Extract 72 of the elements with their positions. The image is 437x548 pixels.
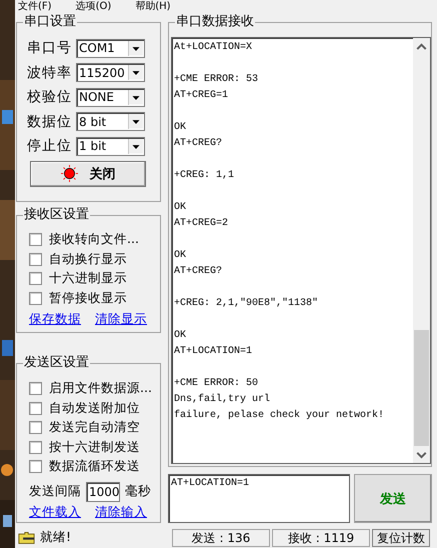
checkbox[interactable] <box>29 460 42 474</box>
dropdown[interactable]: 1 bit <box>76 136 145 156</box>
dropdown-arrow-icon <box>128 114 143 129</box>
counter-field: 接收 : 1119 <box>272 528 370 546</box>
dropdown-arrow-icon <box>128 40 143 56</box>
link[interactable]: 文件载入 <box>29 504 81 520</box>
scroll-thumb[interactable] <box>414 330 429 446</box>
indicator-light-icon <box>60 165 78 182</box>
group-title: 串口数据接收 <box>175 14 255 30</box>
unit-label: 毫秒 <box>125 483 151 500</box>
log-line: +CREG: 2,1,"90E8","1138" <box>174 296 320 311</box>
checkbox-label: 十六进制显示 <box>49 270 127 288</box>
checkbox-label: 启用文件数据源... <box>49 380 152 398</box>
log-line: AT+CREG=1 <box>174 89 230 103</box>
log-line: AT+LOCATION=1 <box>174 345 254 359</box>
checkbox-label: 自动换行显示 <box>49 250 127 268</box>
checkbox[interactable] <box>29 440 42 454</box>
scrollbar[interactable] <box>413 38 430 463</box>
dropdown[interactable]: 115200 <box>76 63 145 82</box>
checkbox[interactable] <box>29 421 42 434</box>
log-line: OK <box>174 329 188 343</box>
checkbox[interactable] <box>29 382 42 396</box>
status-message: 就绪! <box>40 529 72 546</box>
checkbox-label: 发送完自动清空 <box>49 419 140 436</box>
checkbox[interactable] <box>29 292 42 305</box>
checkbox-label: 自动发送附加位 <box>49 400 140 417</box>
log-line: +CME ERROR: 53 <box>174 73 260 87</box>
menu-item[interactable]: 选项(O) <box>76 0 112 13</box>
counter-field: 发送 : 136 <box>172 528 270 546</box>
link[interactable]: 保存数据 <box>29 311 81 328</box>
log-line: AT+CREG? <box>174 265 224 279</box>
checkbox-label: 按十六进制发送 <box>49 438 140 456</box>
log-line: OK <box>174 121 188 135</box>
field-label: 校验位 <box>27 88 73 106</box>
group-title: 接收区设置 <box>23 207 90 223</box>
field-label: 停止位 <box>27 137 73 155</box>
dropdown-arrow-icon <box>128 65 143 80</box>
log-line: AT+CREG=2 <box>174 217 230 231</box>
checkbox[interactable] <box>29 252 42 266</box>
checkbox[interactable] <box>29 402 42 415</box>
dropdown[interactable]: COM1 <box>76 38 145 58</box>
group-title: 串口设置 <box>23 14 77 30</box>
checkbox-label: 暂停接收显示 <box>49 290 127 307</box>
field-label: 波特率 <box>27 64 73 82</box>
dropdown-arrow-icon <box>128 138 143 154</box>
log-line: OK <box>174 249 188 263</box>
link[interactable]: 清除输入 <box>95 504 147 520</box>
log-line: Dns,fail,try url <box>174 392 272 407</box>
log-line: At+LOCATION=X <box>174 41 254 55</box>
menu-item[interactable]: 帮助(H) <box>135 0 171 13</box>
checkbox[interactable] <box>29 272 42 286</box>
checkbox-label: 接收转向文件... <box>49 231 139 248</box>
log-line: OK <box>174 201 188 215</box>
reset-count-button[interactable]: 复位计数 <box>372 528 430 546</box>
link[interactable]: 清除显示 <box>95 311 147 328</box>
dropdown-arrow-icon <box>128 90 143 104</box>
field-label: 串口号 <box>27 39 73 57</box>
log-line: +CREG: 1,1 <box>174 169 236 183</box>
interval-label: 发送间隔 <box>29 483 81 500</box>
checkbox-label: 数据流循环发送 <box>49 458 140 476</box>
dropdown[interactable]: NONE <box>76 88 145 106</box>
interval-field[interactable]: 1000 <box>86 482 120 502</box>
checkbox[interactable] <box>29 233 42 246</box>
send-text-field[interactable]: AT+LOCATION=1 <box>168 474 350 523</box>
dropdown[interactable]: 8 bit <box>76 112 145 131</box>
field-label: 数据位 <box>27 112 73 130</box>
log-line: AT+CREG? <box>174 137 224 151</box>
log-line: +CME ERROR: 50 <box>174 377 260 391</box>
log-line: failure, pelase check your network! <box>174 408 386 423</box>
menu-item[interactable]: 文件(F) <box>18 0 52 13</box>
send-button[interactable]: 发送 <box>354 474 432 523</box>
close-port-button[interactable]: 关闭 <box>30 160 146 186</box>
